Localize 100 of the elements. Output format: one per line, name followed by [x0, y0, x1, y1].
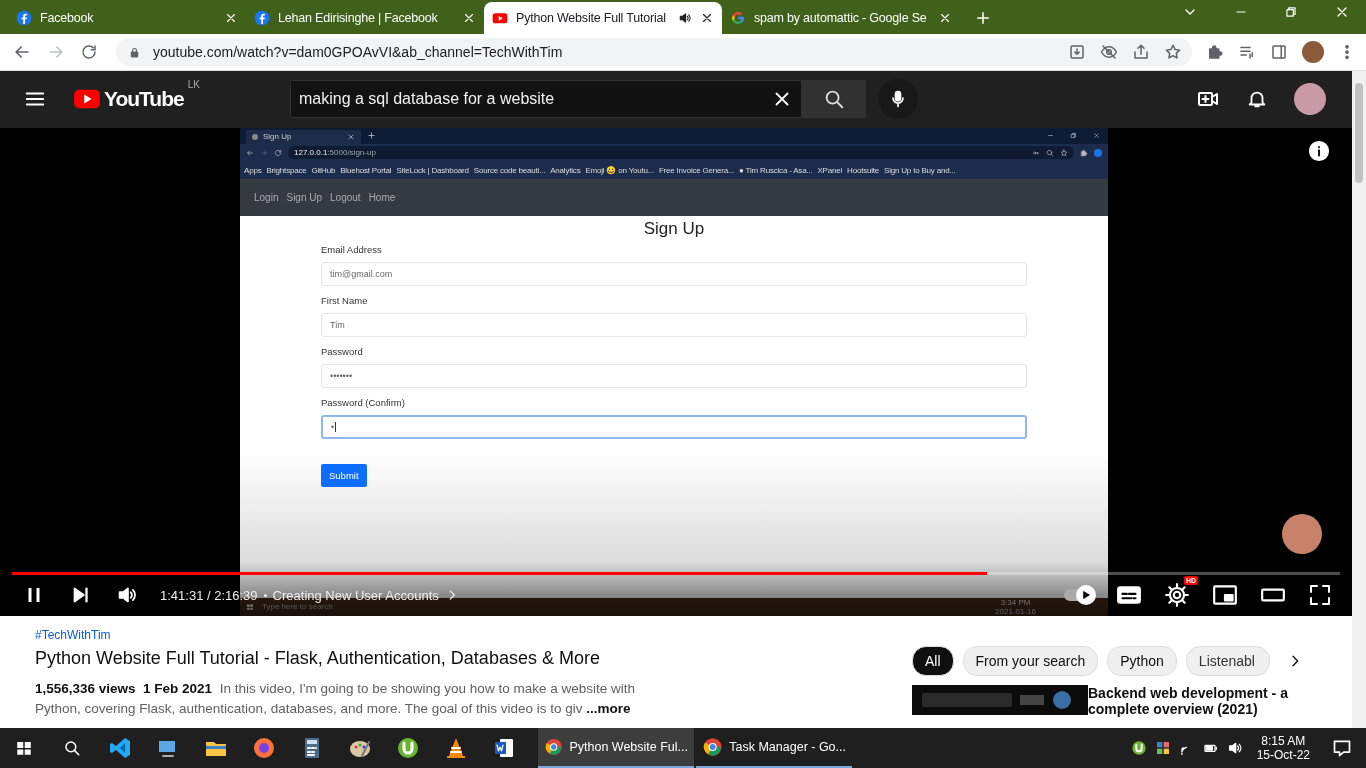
- search-icon: [63, 739, 81, 757]
- browser-tab[interactable]: Sign Up: [246, 129, 361, 144]
- nav-link[interactable]: Login: [254, 191, 279, 203]
- browser-icon: [702, 736, 724, 758]
- extensions-icon[interactable]: [1206, 43, 1224, 61]
- filter-chip[interactable]: All: [912, 645, 954, 676]
- speaker-icon[interactable]: [678, 11, 692, 25]
- tab-title: Python Website Full Tutorial: [516, 11, 667, 25]
- field-label: Email Address: [321, 243, 383, 255]
- app-tray-icon[interactable]: [1154, 740, 1171, 756]
- taskbar-button[interactable]: Task Manager - Go...: [696, 728, 852, 768]
- side-panel-icon[interactable]: [1270, 43, 1288, 61]
- utorrent-icon[interactable]: [396, 736, 420, 760]
- new-tab-icon[interactable]: [974, 9, 992, 27]
- tab-title: spam by automattic - Google Se: [754, 11, 928, 25]
- close-icon[interactable]: [700, 11, 714, 25]
- profile-avatar[interactable]: [1302, 41, 1324, 63]
- youtube-logo[interactable]: YouTube: [72, 87, 184, 112]
- bookmark[interactable]: Hootsuite: [847, 165, 880, 175]
- traffic-cone-icon[interactable]: [444, 736, 468, 760]
- input-field[interactable]: tim@gmail.com: [321, 261, 1027, 286]
- close-icon[interactable]: [224, 11, 238, 25]
- nav-link[interactable]: Sign Up: [286, 191, 323, 203]
- firefox-icon[interactable]: [252, 736, 276, 760]
- account-avatar[interactable]: [1294, 83, 1326, 116]
- browser-tab[interactable]: Lehan Edirisinghe | Facebook: [246, 2, 484, 34]
- bookmark[interactable]: Bluehost Portal: [340, 165, 392, 175]
- info-icon[interactable]: [1308, 139, 1330, 162]
- search-field[interactable]: making a sql database for a website: [289, 80, 802, 119]
- progress-bar[interactable]: [12, 571, 1340, 575]
- url-text: youtube.com/watch?v=dam0GPOAvVI&ab_channel=TechWithTim: [153, 44, 563, 60]
- bookmark-star-icon[interactable]: [1164, 43, 1182, 61]
- bookmark[interactable]: GitHub: [311, 165, 336, 175]
- field-label: Password (Confirm): [321, 396, 406, 408]
- install-icon[interactable]: [1068, 43, 1086, 61]
- browser-tab[interactable]: Facebook: [8, 2, 246, 34]
- bookmark[interactable]: ● Tim Ruscica - Asa...: [739, 165, 813, 175]
- bookmark[interactable]: Source code beauti...: [473, 165, 546, 175]
- clock[interactable]: 8:15 AM 15-Oct-22: [1256, 734, 1310, 762]
- back-icon[interactable]: [246, 148, 254, 157]
- scrollbar-thumb[interactable]: [1355, 83, 1363, 183]
- more-link[interactable]: ...more: [586, 700, 631, 716]
- nav-link[interactable]: Logout: [330, 191, 361, 203]
- volume-icon[interactable]: [1226, 740, 1243, 756]
- clock: 3:34 PM 2021-01-16: [995, 597, 1036, 616]
- submit-button[interactable]: Submit: [321, 463, 367, 487]
- fullscreen-icon[interactable]: [1308, 583, 1332, 608]
- restore-icon[interactable]: [1284, 5, 1298, 19]
- bookmark[interactable]: Brightspace: [266, 165, 307, 175]
- time-display: 1:41:31 / 2:16:39: [160, 587, 258, 603]
- new-tab-icon[interactable]: [367, 131, 376, 141]
- nav-link[interactable]: Home: [368, 191, 396, 203]
- reload-icon[interactable]: [80, 43, 98, 61]
- utorrent-icon[interactable]: [1130, 740, 1147, 756]
- filter-chip[interactable]: From your search: [962, 645, 1099, 676]
- video-description[interactable]: 1,556,336 views 1 Feb 2021 In this video, I'm going to be showing you how to make a website with Python, covering Flask, authentication, databases, and more. The goal of this video is to giv ...more: [35, 678, 661, 719]
- youtube-icon: [492, 10, 508, 26]
- play-icon: [1081, 590, 1091, 601]
- close-icon[interactable]: [938, 11, 952, 25]
- windows-icon[interactable]: [246, 602, 254, 611]
- bookmark-star-icon[interactable]: [1060, 148, 1068, 157]
- code-editor-icon[interactable]: [108, 736, 132, 760]
- key-icon[interactable]: [1032, 148, 1040, 157]
- zoom-icon[interactable]: [1046, 148, 1054, 157]
- address-bar[interactable]: youtube.com/watch?v=dam0GPOAvVI&ab_channel=TechWithTim: [116, 38, 1192, 66]
- share-icon[interactable]: [1132, 43, 1150, 61]
- browser-icon: [544, 736, 564, 758]
- restore-icon[interactable]: [1070, 132, 1077, 140]
- input-field[interactable]: •: [321, 414, 1027, 439]
- filter-chip[interactable]: Listenabl: [1185, 645, 1270, 676]
- input-field[interactable]: •••••••: [321, 363, 1027, 388]
- settings-icon[interactable]: [1164, 582, 1190, 609]
- hashtag-link[interactable]: #TechWithTim: [35, 627, 665, 642]
- bookmark[interactable]: XPanel: [817, 165, 843, 175]
- profile-avatar[interactable]: [1094, 148, 1102, 157]
- bookmark[interactable]: Sign Up to Buy and...: [884, 165, 956, 175]
- field-label: First Name: [321, 294, 369, 306]
- bookmark[interactable]: Apps: [244, 165, 262, 175]
- bookmark[interactable]: Free Invoice Genera...: [658, 165, 735, 175]
- document-icon[interactable]: [492, 736, 516, 760]
- bookmark[interactable]: SiteLock | Dashboard: [396, 165, 469, 175]
- country-code: LK: [187, 79, 200, 91]
- taskbar-button[interactable]: Python Website Ful...: [538, 728, 694, 768]
- url-text: 127.0.0.1:5000/sign-up: [294, 148, 376, 158]
- bookmark[interactable]: Emoji 😀 on Youtu...: [585, 165, 654, 175]
- channel-watermark[interactable]: [1282, 513, 1322, 554]
- extensions-icon[interactable]: [1080, 148, 1088, 157]
- recommended-video-title[interactable]: Backend web development - a complete overview (2021): [1088, 684, 1318, 717]
- filter-chip[interactable]: Python: [1107, 645, 1177, 676]
- browser-tab[interactable]: spam by automattic - Google Se: [722, 2, 960, 34]
- eye-slash-icon[interactable]: [1100, 43, 1118, 61]
- video-title: Python Website Full Tutorial - Flask, Authentication, Databases & More: [35, 647, 601, 669]
- reload-icon[interactable]: [274, 148, 282, 157]
- bookmark[interactable]: Analytics: [550, 165, 581, 175]
- search-button[interactable]: [801, 80, 866, 119]
- input-field[interactable]: Tim: [321, 312, 1027, 337]
- close-icon[interactable]: [462, 11, 476, 25]
- browser-tab[interactable]: Python Website Full Tutorial: [484, 2, 722, 34]
- notifications-icon[interactable]: [1332, 738, 1352, 758]
- address-bar[interactable]: 127.0.0.1:5000/sign-up: [288, 146, 1074, 160]
